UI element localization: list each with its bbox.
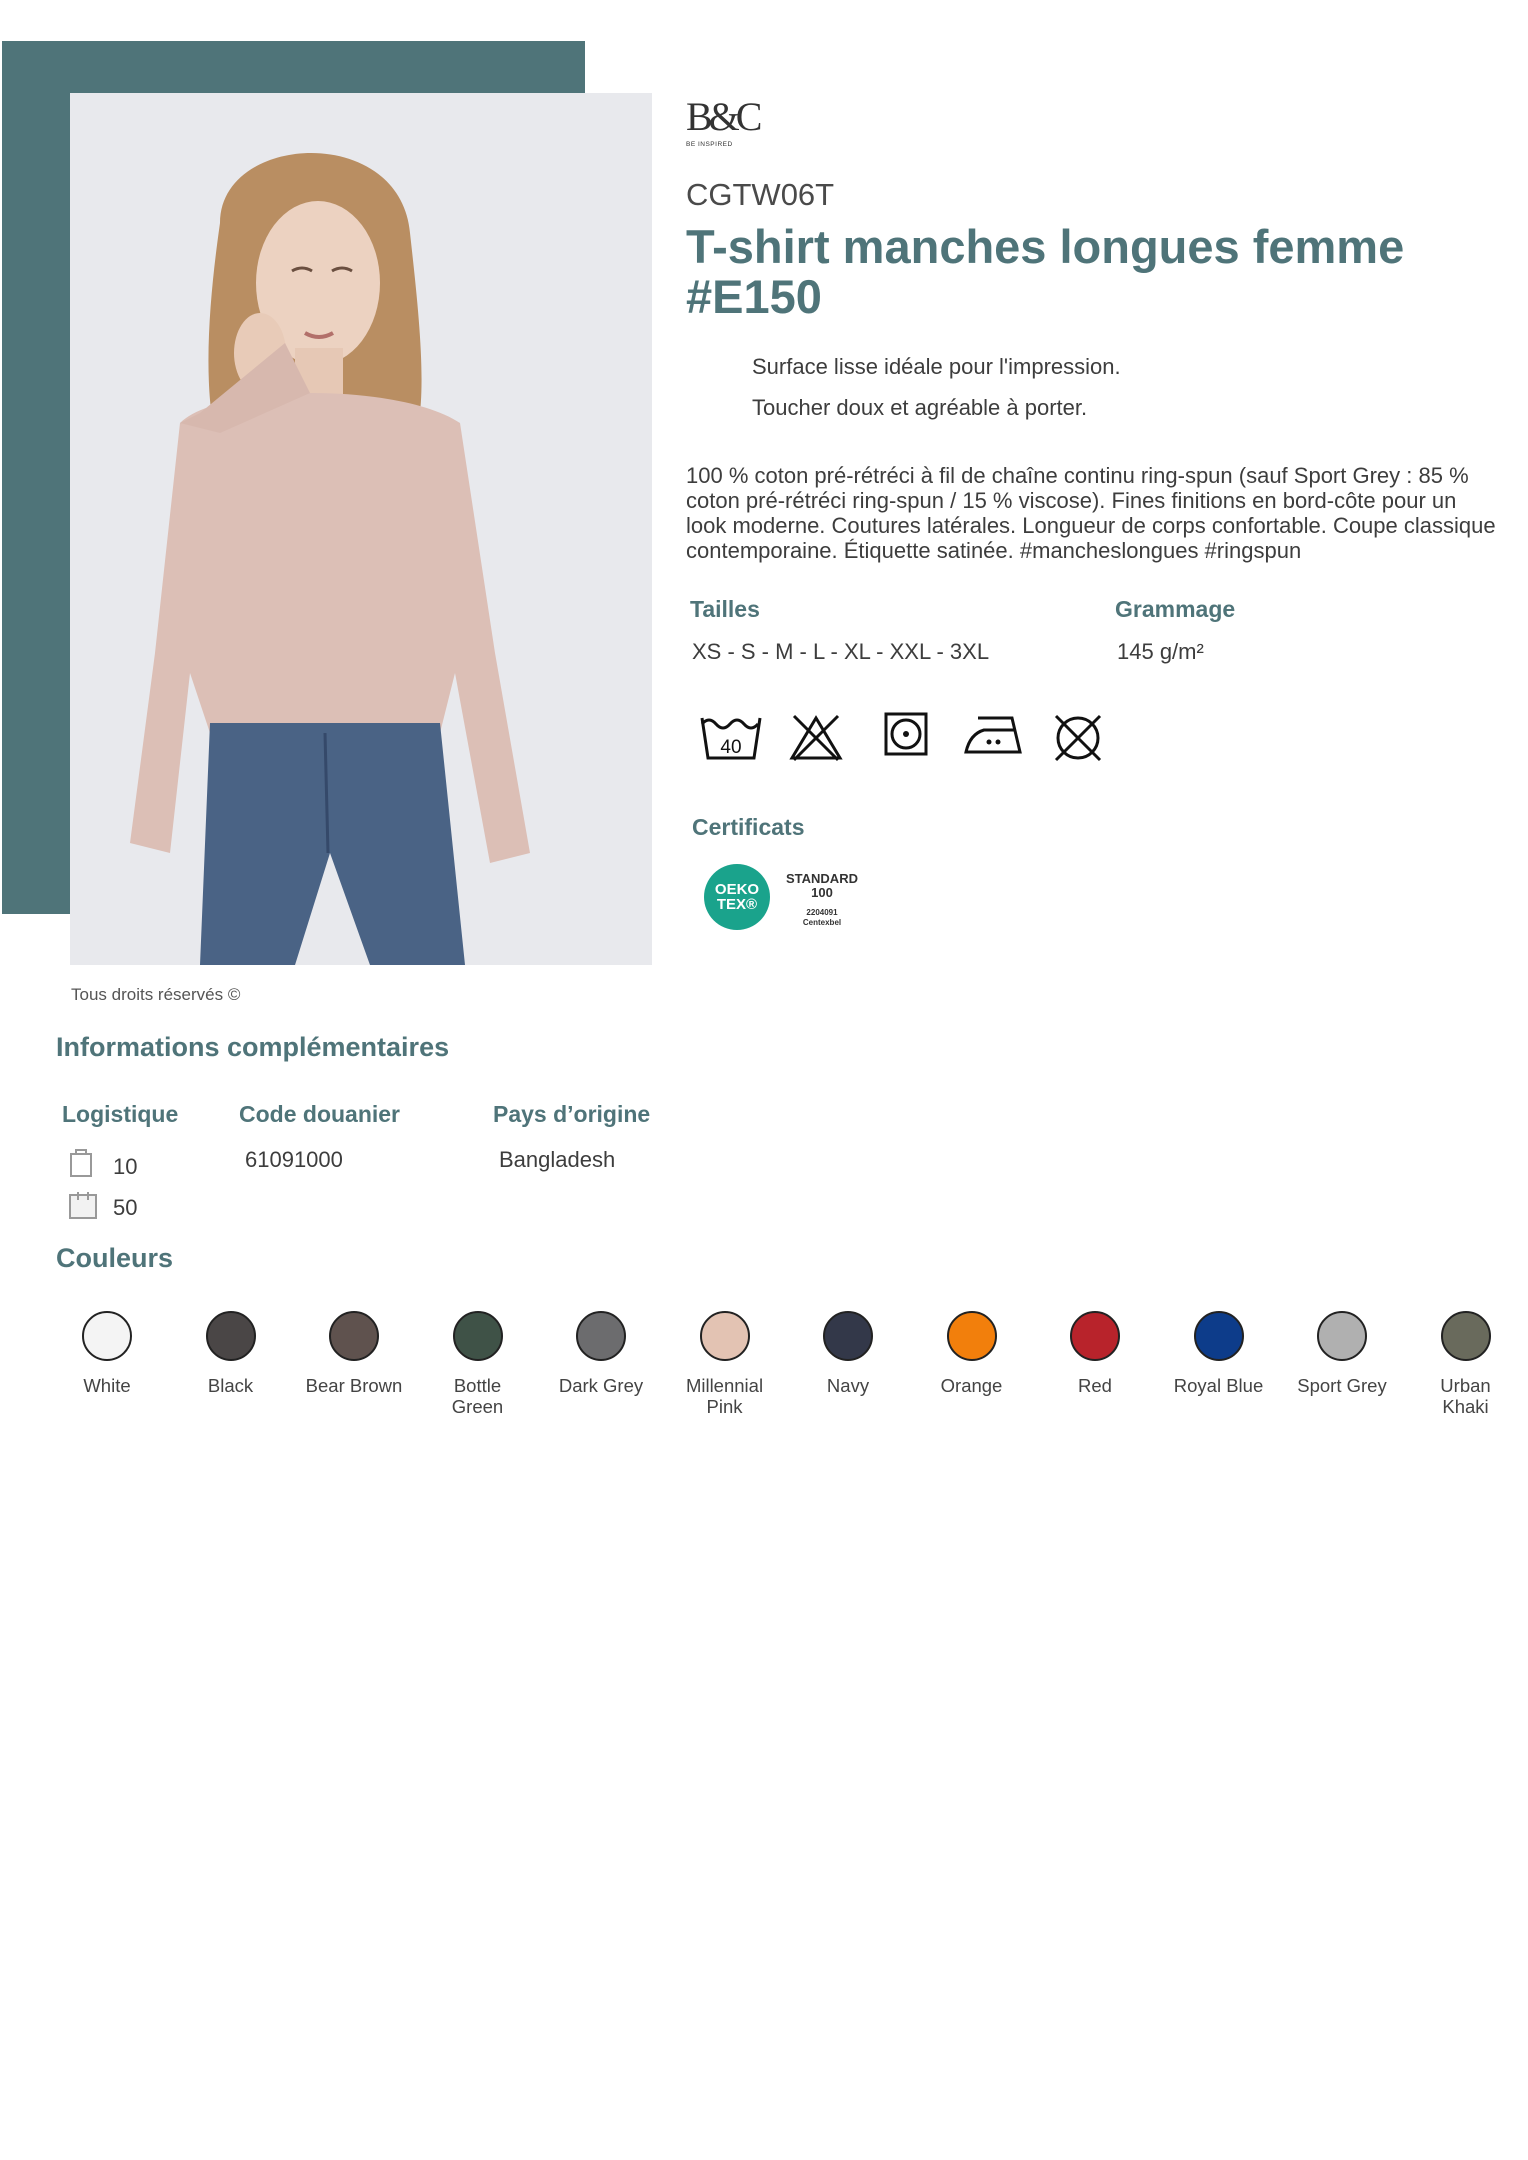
oeko-tex-logo: OEKO TEX® [704,864,770,930]
color-swatch[interactable] [576,1311,626,1361]
large-pack-icon [69,1192,97,1219]
color-swatch-label: Black [207,1375,254,1396]
oeko-standard: STANDARD 100 [780,872,864,900]
pack-small-value: 10 [113,1154,138,1179]
color-swatch-label: Dark Grey [558,1375,644,1396]
color-swatch-label: Bottle Green [451,1375,504,1417]
oeko-cert-info: 2204091 Centexbel [780,908,864,928]
color-swatch[interactable] [946,1311,997,1361]
customs-label: Code douanier [239,1101,401,1127]
logo-mark: B&C [686,94,762,139]
color-swatch-label: Orange [940,1375,1003,1396]
small-pack-icon [70,1149,92,1177]
weight-label: Grammage [1115,596,1236,622]
product-sku: CGTW06T [686,177,835,212]
product-description: 100 % coton pré-rétréci à fil de chaîne … [686,463,1496,563]
color-swatch-label: Royal Blue [1173,1375,1264,1396]
colors-section-title: Couleurs [56,1243,174,1273]
tumble-dry-icon [884,712,928,756]
color-swatch[interactable] [329,1311,379,1361]
certificates-label: Certificats [692,814,805,840]
sizes-value: XS - S - M - L - XL - XXL - 3XL [692,639,990,664]
cert-number: 2204091 [806,908,838,917]
color-swatch-label: Red [1078,1375,1112,1396]
color-swatch-label: Bear Brown [305,1375,403,1396]
color-swatch-label: Millennial Pink [685,1375,764,1417]
color-swatch[interactable] [823,1311,873,1361]
color-swatch[interactable] [1440,1311,1491,1361]
standard-text: STANDARD [786,871,858,886]
oeko-line1: OEKO [714,881,760,898]
wash-temperature: 40 [720,737,741,758]
color-swatch-label: Navy [826,1375,870,1396]
iron-medium-icon [964,716,1022,754]
color-swatch[interactable] [205,1311,256,1361]
pack-large-value: 50 [113,1195,138,1220]
color-swatch[interactable] [699,1311,750,1361]
no-dry-clean-icon [1054,714,1102,762]
logistics-label: Logistique [62,1101,179,1127]
color-swatch-label: Sport Grey [1297,1375,1387,1396]
color-swatch[interactable] [1317,1311,1367,1361]
brand-logo: B&C BE INSPIRED [686,94,762,161]
weight-value: 145 g/m² [1117,639,1204,664]
product-photo [70,93,652,965]
product-bullets: Surface lisse idéale pour l'impression. … [752,354,1121,436]
color-swatch[interactable] [82,1311,132,1361]
color-swatch[interactable] [1070,1311,1120,1361]
info-section-title: Informations complémentaires [56,1032,450,1062]
color-swatch-label: Urban Khaki [1440,1375,1491,1417]
oeko-tex-badge: OEKO TEX® STANDARD 100 2204091 Centexbel [704,864,864,934]
no-bleach-icon [789,714,843,762]
color-swatch[interactable] [452,1311,503,1361]
sizes-label: Tailles [690,596,760,622]
cert-body: Centexbel [802,918,842,927]
oeko-line2: TEX® [716,896,758,913]
logo-tagline: BE INSPIRED [686,141,733,148]
bullet-item: Toucher doux et agréable à porter. [752,395,1088,420]
wash-40-icon: 40 [700,717,762,760]
image-caption: Tous droits réservés © [71,985,241,1004]
origin-value: Bangladesh [499,1147,616,1172]
standard-number: 100 [811,885,833,900]
color-swatch-label: White [83,1375,131,1396]
bullet-item: Surface lisse idéale pour l'impression. [752,354,1121,379]
origin-label: Pays d’origine [493,1101,651,1127]
color-swatch[interactable] [1193,1311,1244,1361]
customs-code-value: 61091000 [245,1147,343,1172]
product-title: T-shirt manches longues femme #E150 [686,220,1405,323]
